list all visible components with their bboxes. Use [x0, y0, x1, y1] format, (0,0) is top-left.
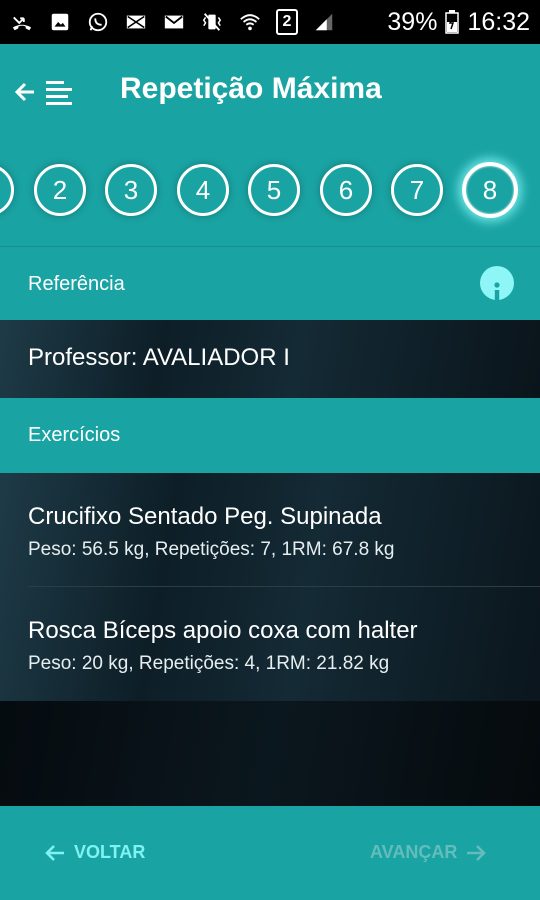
list-bottom-band: [0, 701, 540, 806]
status-bar: 2 39% 16:32: [0, 0, 540, 44]
clock: 16:32: [467, 7, 530, 36]
step-8-active[interactable]: 8: [462, 162, 518, 218]
image-icon: [48, 10, 72, 34]
professor-row: Professor: AVALIADOR I: [0, 320, 540, 398]
list-item[interactable]: Crucifixo Sentado Peg. Supinada Peso: 56…: [28, 503, 528, 561]
step-5[interactable]: 5: [248, 164, 300, 216]
battery-icon: [445, 10, 460, 34]
step-indicator: 2 3 4 5 6 7 8: [0, 140, 540, 246]
sim-label: 2: [282, 13, 292, 30]
back-button-label: VOLTAR: [74, 842, 146, 862]
step-6[interactable]: 6: [320, 164, 372, 216]
back-menu-button[interactable]: [14, 74, 78, 110]
exercises-header: Exercícios: [0, 398, 540, 473]
footer-nav: VOLTAR AVANÇAR: [0, 806, 540, 900]
exercises-label: Exercícios: [28, 424, 121, 446]
list-item[interactable]: Rosca Bíceps apoio coxa com halter Peso:…: [28, 617, 528, 675]
reference-label: Referência: [28, 273, 125, 295]
exercise-list: Crucifixo Sentado Peg. Supinada Peso: 56…: [0, 473, 540, 806]
vibrate-icon: [200, 10, 224, 34]
page-title: Repetição Máxima: [120, 72, 382, 105]
next-button-label: AVANÇAR: [370, 842, 458, 862]
whatsapp-icon: [86, 10, 110, 34]
arrow-left-icon: [14, 82, 34, 102]
reference-header: Referência: [0, 246, 540, 320]
missed-call-icon: [10, 10, 34, 34]
step-4[interactable]: 4: [177, 164, 229, 216]
step-3[interactable]: 3: [105, 164, 157, 216]
arrow-right-icon: [467, 844, 487, 861]
next-button[interactable]: AVANÇAR: [370, 842, 487, 863]
step-2[interactable]: 2: [34, 164, 86, 216]
sim-2-icon: 2: [276, 9, 298, 35]
mail-icon: [124, 10, 148, 34]
gmail-icon: [162, 10, 186, 34]
professor-text: Professor: AVALIADOR I: [28, 344, 290, 371]
wifi-icon: [238, 10, 262, 34]
exercise-name: Crucifixo Sentado Peg. Supinada: [28, 503, 382, 530]
exercise-name: Rosca Bíceps apoio coxa com halter: [28, 617, 418, 644]
step-7[interactable]: 7: [391, 164, 443, 216]
divider: [28, 586, 540, 587]
info-icon[interactable]: [480, 266, 514, 301]
arrow-left-icon: [45, 844, 64, 861]
menu-lines-icon: [46, 81, 72, 105]
exercise-details: Peso: 20 kg, Repetições: 4, 1RM: 21.82 k…: [28, 653, 390, 674]
exercise-details: Peso: 56.5 kg, Repetições: 7, 1RM: 67.8 …: [28, 539, 395, 560]
step-partial[interactable]: [0, 164, 14, 216]
signal-icon: [312, 10, 336, 34]
back-button[interactable]: VOLTAR: [44, 842, 145, 863]
app-bar: Repetição Máxima: [0, 44, 540, 140]
battery-percent: 39%: [387, 7, 438, 36]
